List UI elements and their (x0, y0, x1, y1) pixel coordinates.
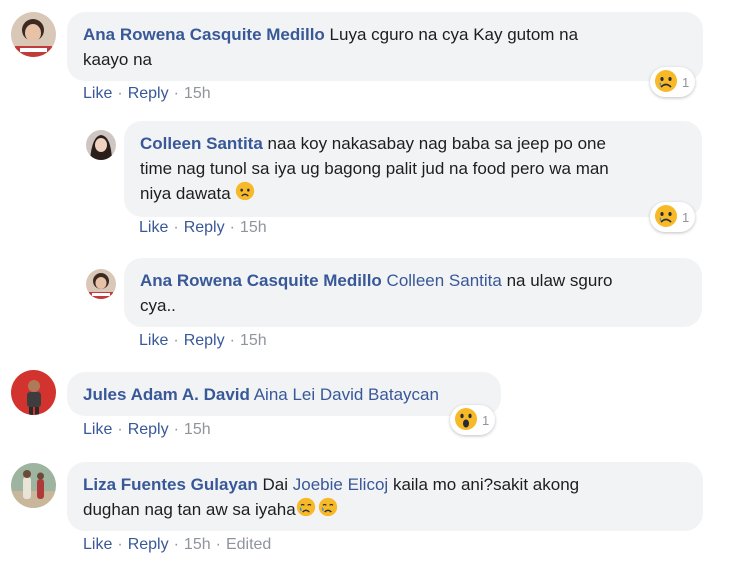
mention-link[interactable]: Aina Lei David Bataycan (254, 385, 439, 404)
like-link[interactable]: Like (83, 421, 112, 438)
like-link[interactable]: Like (139, 332, 168, 349)
comment-text: naa koy nakasabay nag baba sa jeep po on… (267, 134, 606, 153)
reply-link[interactable]: Reply (128, 85, 169, 102)
avatar[interactable] (11, 370, 56, 415)
reaction-badge[interactable]: 1 (450, 405, 496, 435)
comment-author[interactable]: Liza Fuentes Gulayan (83, 475, 258, 494)
like-link[interactable]: Like (83, 536, 112, 553)
timestamp[interactable]: 15h (184, 85, 211, 102)
reply-link[interactable]: Reply (128, 421, 169, 438)
comment-text: niya dawata (140, 184, 231, 203)
avatar[interactable] (11, 12, 56, 57)
timestamp[interactable]: 15h (240, 219, 267, 236)
comment-text: cya.. (140, 296, 176, 315)
reaction-badge[interactable]: 1 (650, 67, 696, 97)
comment-text: na ulaw sguro (506, 271, 613, 290)
comment-text: kaayo na (83, 50, 152, 69)
comment-actions: Like · Reply · 15h (83, 85, 211, 102)
sad-emoji-icon (235, 181, 255, 208)
timestamp[interactable]: 15h (184, 536, 211, 553)
reaction-badge[interactable]: 1 (650, 202, 696, 232)
comment-bubble: Liza Fuentes Gulayan Dai Joebie Elicoj k… (67, 462, 703, 531)
avatar[interactable] (86, 130, 116, 160)
like-link[interactable]: Like (139, 219, 168, 236)
reaction-count: 1 (682, 209, 690, 225)
like-link[interactable]: Like (83, 85, 112, 102)
comment-actions: Like · Reply · 15h · Edited (83, 536, 272, 553)
comment-actions: Like · Reply · 15h (139, 219, 267, 236)
comment-author[interactable]: Ana Rowena Casquite Medillo (140, 271, 382, 290)
reply-link[interactable]: Reply (128, 536, 169, 553)
reaction-count: 1 (482, 412, 490, 428)
comment-actions: Like · Reply · 15h (83, 421, 211, 438)
wow-emoji-icon (454, 407, 478, 434)
comment-text: time nag tunol sa iya ug bagong palit ju… (140, 159, 609, 178)
sad-emoji-icon (654, 204, 678, 231)
timestamp[interactable]: 15h (240, 332, 267, 349)
crying-emoji-icon (296, 497, 316, 524)
comment-bubble: Colleen Santita naa koy nakasabay nag ba… (124, 121, 702, 217)
crying-emoji-icon (318, 497, 338, 524)
comment-bubble: Ana Rowena Casquite Medillo Colleen Sant… (124, 258, 702, 327)
comment-text: dughan nag tan aw sa iyaha (83, 500, 296, 519)
comment-author[interactable]: Colleen Santita (140, 134, 263, 153)
sad-emoji-icon (654, 69, 678, 96)
reply-link[interactable]: Reply (184, 332, 225, 349)
reaction-count: 1 (682, 74, 690, 90)
edited-label[interactable]: Edited (226, 536, 271, 553)
avatar[interactable] (11, 463, 56, 508)
comment-author[interactable]: Ana Rowena Casquite Medillo (83, 25, 325, 44)
avatar[interactable] (86, 269, 116, 299)
comment-bubble: Ana Rowena Casquite Medillo Luya cguro n… (67, 12, 703, 81)
comment-text: Luya cguro na cya Kay gutom na (329, 25, 579, 44)
mention-link[interactable]: Joebie Elicoj (293, 475, 388, 494)
comment-author[interactable]: Jules Adam A. David (83, 385, 250, 404)
comment-bubble: Jules Adam A. David Aina Lei David Batay… (67, 372, 501, 416)
reply-link[interactable]: Reply (184, 219, 225, 236)
comment-actions: Like · Reply · 15h (139, 332, 267, 349)
mention-link[interactable]: Colleen Santita (387, 271, 502, 290)
comment-text: Dai (262, 475, 289, 494)
timestamp[interactable]: 15h (184, 421, 211, 438)
comment-text: kaila mo ani?sakit akong (392, 475, 580, 494)
